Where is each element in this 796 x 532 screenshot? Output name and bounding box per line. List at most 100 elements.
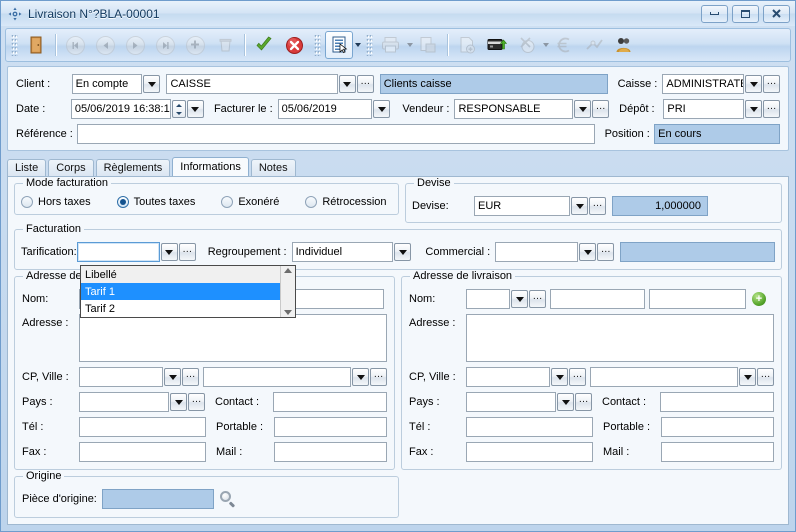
card-payment-icon[interactable] [483, 31, 511, 59]
dropdown-item-tarif-1[interactable]: Tarif 1 [81, 283, 280, 300]
tel-field[interactable] [466, 417, 593, 437]
customers-icon[interactable] [610, 31, 638, 59]
ville-field[interactable] [590, 367, 738, 387]
restore-button[interactable] [732, 4, 759, 23]
copy-document-icon[interactable] [414, 31, 442, 59]
date-field[interactable]: 05/06/2019 16:38:13 [70, 99, 171, 119]
commercial-browse-button[interactable]: … [597, 243, 615, 261]
depot-browse-button[interactable]: … [763, 100, 780, 118]
ville-browse-button[interactable]: … [370, 368, 387, 386]
tarification-browse-button[interactable]: … [178, 243, 196, 261]
tab-reglements[interactable]: Règlements [95, 159, 171, 176]
pays-field[interactable] [466, 392, 556, 412]
depot-field[interactable]: PRI [663, 99, 744, 119]
portable-field[interactable] [274, 417, 387, 437]
chevron-down-icon[interactable] [543, 43, 549, 47]
mail-field[interactable] [661, 442, 774, 462]
vendeur-browse-button[interactable]: … [592, 100, 610, 118]
tel-field[interactable] [79, 417, 206, 437]
document-list-icon[interactable] [325, 31, 353, 59]
adresse-textarea[interactable] [79, 314, 387, 362]
client-code-dropdown-button[interactable] [338, 75, 356, 93]
vendeur-field[interactable]: RESPONSABLE [454, 99, 574, 119]
ville-dropdown-button[interactable] [739, 368, 756, 386]
new-document-icon[interactable] [453, 31, 481, 59]
devise-browse-button[interactable]: … [589, 197, 606, 215]
caisse-browse-button[interactable]: … [763, 75, 780, 93]
chevron-down-icon[interactable] [407, 43, 413, 47]
fax-field[interactable] [79, 442, 206, 462]
client-code-browse-button[interactable]: … [356, 75, 374, 93]
nom-extra-field[interactable] [649, 289, 746, 309]
regroupement-field[interactable]: Individuel [291, 242, 394, 262]
nav-first-icon[interactable] [61, 31, 89, 59]
ville-field[interactable] [203, 367, 351, 387]
radio-exonere[interactable]: Exonéré [221, 196, 279, 208]
add-address-icon[interactable]: + [752, 292, 766, 306]
ville-browse-button[interactable]: … [757, 368, 774, 386]
devise-dropdown-button[interactable] [571, 197, 588, 215]
tab-liste[interactable]: Liste [7, 159, 47, 176]
radio-hors-taxes[interactable]: Hors taxes [21, 196, 91, 208]
devise-field[interactable]: EUR [474, 196, 570, 216]
pays-dropdown-button[interactable] [557, 393, 574, 411]
discount-icon[interactable] [513, 31, 541, 59]
tarification-dropdown-button[interactable] [160, 243, 178, 261]
delete-icon[interactable] [211, 31, 239, 59]
depot-dropdown-button[interactable] [745, 100, 762, 118]
euro-icon[interactable] [550, 31, 578, 59]
pays-browse-button[interactable]: … [575, 393, 592, 411]
nom-code-field[interactable] [466, 289, 510, 309]
radio-toutes-taxes[interactable]: Toutes taxes [116, 196, 195, 208]
stock-icon[interactable] [580, 31, 608, 59]
radio-retrocession[interactable]: Rétrocession [305, 196, 387, 208]
minimize-button[interactable] [701, 4, 728, 23]
tab-notes[interactable]: Notes [250, 159, 296, 176]
caisse-dropdown-button[interactable] [745, 75, 762, 93]
print-icon[interactable] [377, 31, 405, 59]
cp-browse-button[interactable]: … [569, 368, 586, 386]
cancel-cross-icon[interactable] [280, 31, 308, 59]
caisse-field[interactable]: ADMINISTRATE [662, 74, 744, 94]
tarification-dropdown-popup[interactable]: Libellé Tarif 1 Tarif 2 [80, 265, 296, 318]
nom-field[interactable] [550, 289, 645, 309]
commercial-field[interactable] [495, 242, 579, 262]
tab-informations[interactable]: Informations [172, 157, 249, 176]
close-button[interactable] [763, 4, 790, 23]
pays-field[interactable] [79, 392, 169, 412]
scroll-up-icon[interactable] [284, 268, 292, 273]
mail-field[interactable] [274, 442, 387, 462]
cp-dropdown-button[interactable] [164, 368, 181, 386]
tab-corps[interactable]: Corps [48, 159, 94, 176]
client-code-field[interactable]: CAISSE [166, 74, 338, 94]
cp-field[interactable] [79, 367, 163, 387]
contact-field[interactable] [660, 392, 774, 412]
commercial-dropdown-button[interactable] [579, 243, 597, 261]
scroll-down-icon[interactable] [284, 310, 292, 315]
nav-last-icon[interactable] [151, 31, 179, 59]
ville-dropdown-button[interactable] [352, 368, 369, 386]
chevron-down-icon[interactable] [355, 43, 361, 47]
facturer-le-field[interactable]: 05/06/2019 [277, 99, 373, 119]
facturer-le-calendar-button[interactable] [373, 100, 391, 118]
client-type-field[interactable]: En compte [71, 74, 143, 94]
contact-field[interactable] [273, 392, 387, 412]
toolbar-gripper[interactable] [314, 34, 321, 56]
magnifier-icon[interactable] [219, 490, 237, 508]
date-calendar-button[interactable] [186, 100, 204, 118]
portable-field[interactable] [661, 417, 774, 437]
date-spinner[interactable] [171, 100, 186, 118]
nom-dropdown-button[interactable] [511, 290, 528, 308]
cp-browse-button[interactable]: … [182, 368, 199, 386]
add-icon[interactable] [181, 31, 209, 59]
client-type-dropdown-button[interactable] [143, 75, 161, 93]
cp-field[interactable] [466, 367, 550, 387]
validate-check-icon[interactable] [250, 31, 278, 59]
exit-door-icon[interactable] [22, 31, 50, 59]
nav-prev-icon[interactable] [91, 31, 119, 59]
nom-browse-button[interactable]: … [529, 290, 546, 308]
vendeur-dropdown-button[interactable] [574, 100, 592, 118]
toolbar-gripper[interactable] [366, 34, 373, 56]
tarification-field[interactable] [76, 242, 160, 262]
dropdown-scrollbar[interactable] [280, 266, 295, 317]
